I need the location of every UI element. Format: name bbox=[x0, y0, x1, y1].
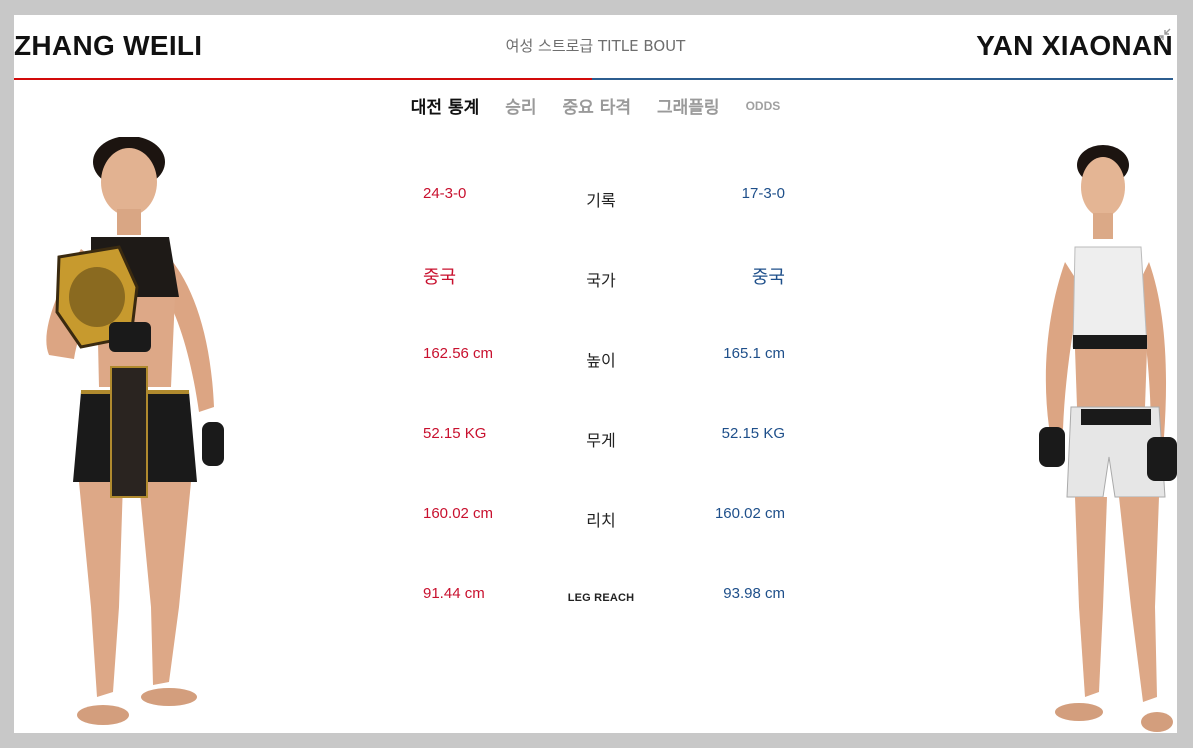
blue-corner-fighter-image bbox=[1039, 145, 1177, 732]
red-corner-reach: 160.02 cm bbox=[423, 505, 494, 522]
stat-label-reach: 리치 bbox=[586, 511, 616, 530]
blue-corner-country: 중국 bbox=[751, 267, 785, 287]
stat-label-weight: 무게 bbox=[586, 431, 616, 450]
stat-row-record: 24-3-0 기록 17-3-0 bbox=[423, 185, 793, 265]
stat-label-country: 국가 bbox=[586, 271, 616, 290]
stat-row-country: 중국 국가 중국 bbox=[423, 265, 793, 345]
stat-row-weight: 52.15 KG 무게 52.15 KG bbox=[423, 425, 793, 505]
blue-corner-fighter-name[interactable]: YAN XIAONAN bbox=[976, 29, 1173, 63]
blue-corner-reach: 160.02 cm bbox=[714, 505, 785, 522]
stats-tabs: 대전 통계 승리 중요 타격 그래플링 ODDS bbox=[14, 93, 1177, 118]
red-corner-height: 162.56 cm bbox=[423, 345, 494, 362]
red-corner-weight: 52.15 KG bbox=[423, 425, 487, 442]
blue-corner-divider bbox=[592, 78, 1173, 80]
blue-corner-height: 165.1 cm bbox=[723, 345, 785, 362]
fight-stats-modal: ZHANG WEILI 여성 스트로급 TITLE BOUT YAN XIAON… bbox=[14, 15, 1177, 733]
stat-label-record: 기록 bbox=[586, 191, 616, 210]
red-corner-record: 24-3-0 bbox=[423, 185, 467, 202]
red-corner-fighter-image bbox=[46, 137, 224, 725]
red-corner-leg-reach: 91.44 cm bbox=[423, 585, 485, 602]
stat-row-leg-reach: 91.44 cm LEG REACH 93.98 cm bbox=[423, 585, 793, 665]
matchup-stats-table: 24-3-0 기록 17-3-0 중국 국가 중국 162.56 cm 높이 1… bbox=[423, 185, 793, 665]
stat-label-height: 높이 bbox=[586, 351, 616, 370]
tab-grappling[interactable]: 그래플링 bbox=[657, 93, 720, 118]
red-corner-divider bbox=[14, 78, 592, 80]
tab-odds[interactable]: ODDS bbox=[746, 99, 781, 113]
blue-corner-leg-reach: 93.98 cm bbox=[723, 585, 785, 602]
blue-corner-weight: 52.15 KG bbox=[721, 425, 785, 442]
blue-corner-record: 17-3-0 bbox=[741, 185, 785, 202]
tab-significant-strikes[interactable]: 중요 타격 bbox=[563, 93, 631, 118]
stat-row-height: 162.56 cm 높이 165.1 cm bbox=[423, 345, 793, 425]
tab-matchup-stats[interactable]: 대전 통계 bbox=[411, 93, 479, 118]
stat-label-leg-reach: LEG REACH bbox=[567, 592, 635, 604]
stat-row-reach: 160.02 cm 리치 160.02 cm bbox=[423, 505, 793, 585]
tab-wins[interactable]: 승리 bbox=[505, 93, 536, 118]
red-corner-country: 중국 bbox=[423, 267, 457, 287]
